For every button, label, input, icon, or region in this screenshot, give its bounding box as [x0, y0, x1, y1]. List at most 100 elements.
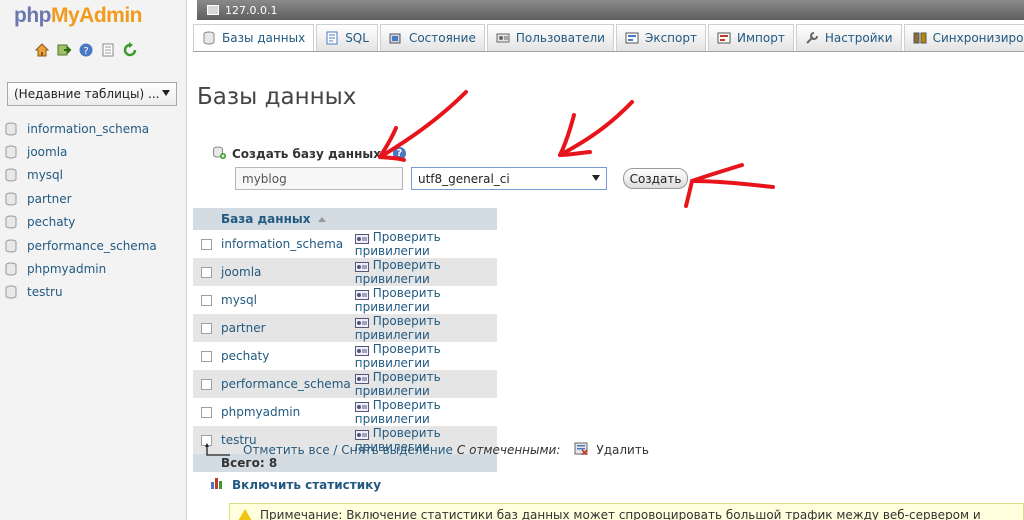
recent-tables-value: (Недавние таблицы) ... [14, 87, 160, 101]
with-selected-label: С отмеченными: [456, 442, 561, 457]
sidebar-database-label: joomla [27, 145, 68, 160]
tab-label: Базы данных [222, 31, 306, 45]
row-checkbox[interactable] [200, 267, 212, 278]
database-icon [5, 215, 17, 229]
privileges-icon [354, 233, 369, 244]
bar-chart-icon [210, 477, 224, 492]
create-database-button[interactable]: Создать [623, 168, 688, 189]
database-name-link[interactable]: phpmyadmin [219, 398, 351, 426]
sidebar-item-database[interactable]: pechaty [5, 211, 157, 234]
sidebar-database-label: partner [27, 191, 72, 206]
logo-text-php: php [14, 4, 51, 27]
bulk-actions: Отметить все / Снять выделение С отмечен… [205, 441, 649, 458]
table-header-checkbox [193, 208, 219, 230]
import-icon [717, 31, 731, 45]
table-row: partner Проверить привилегии [193, 314, 497, 342]
database-name-link[interactable]: joomla [219, 258, 351, 286]
annotation-arrow-collation [558, 100, 634, 157]
chevron-down-icon [162, 90, 170, 96]
database-name-input[interactable] [235, 167, 403, 190]
logo-text-myadmin: MyAdmin [50, 4, 143, 27]
tab-export[interactable]: Экспорт [615, 24, 706, 52]
sidebar-item-database[interactable]: mysql [5, 164, 157, 187]
check-privileges-link[interactable]: Проверить привилегии [350, 230, 497, 258]
create-database-heading: Создать базу данных ? [212, 145, 406, 162]
delete-selected-button[interactable]: Удалить [574, 441, 649, 458]
privileges-icon [354, 289, 369, 300]
database-name-link[interactable]: partner [219, 314, 351, 342]
server-icon [207, 5, 219, 15]
tab-sql[interactable]: SQL [316, 24, 378, 52]
table-row: information_schema Проверить привилегии [193, 230, 497, 258]
check-privileges-link[interactable]: Проверить привилегии [350, 398, 497, 426]
tab-import[interactable]: Импорт [707, 24, 794, 52]
sidebar-item-database[interactable]: performance_schema [5, 234, 157, 257]
sidebar-database-label: information_schema [27, 121, 150, 136]
home-icon[interactable] [34, 42, 50, 58]
warning-icon [238, 509, 252, 520]
check-privileges-link[interactable]: Проверить привилегии [350, 314, 497, 342]
tab-status[interactable]: Состояние [379, 24, 485, 52]
database-name-link[interactable]: information_schema [219, 230, 351, 258]
database-name-link[interactable]: pechaty [219, 342, 351, 370]
main-tabs: Базы данных SQL Состояние Пользователи Э… [193, 24, 1024, 52]
tab-databases[interactable]: Базы данных [193, 24, 315, 52]
privileges-icon [354, 261, 369, 272]
collation-select[interactable]: utf8_general_ci [411, 167, 607, 190]
help-icon[interactable]: ? [392, 147, 406, 160]
database-icon [5, 192, 17, 206]
database-icon [5, 262, 17, 276]
wrench-icon [805, 31, 819, 45]
sidebar-database-label: phpmyadmin [27, 262, 107, 277]
arrow-up-left-icon [205, 442, 231, 457]
tab-settings[interactable]: Настройки [795, 24, 902, 52]
row-checkbox[interactable] [200, 295, 212, 306]
annotation-arrow-create [690, 179, 775, 189]
sidebar-item-database[interactable]: phpmyadmin [5, 257, 157, 280]
recent-tables-select[interactable]: (Недавние таблицы) ... [7, 82, 177, 106]
reload-icon[interactable] [122, 42, 138, 58]
sidebar-item-database[interactable]: information_schema [5, 117, 157, 140]
row-checkbox[interactable] [200, 351, 212, 362]
tab-label: Экспорт [644, 31, 697, 45]
check-privileges-link[interactable]: Проверить привилегии [350, 258, 497, 286]
sidebar-item-database[interactable]: joomla [5, 140, 157, 163]
users-icon [496, 31, 510, 45]
check-all-link[interactable]: Отметить все [243, 443, 330, 457]
row-checkbox[interactable] [200, 323, 212, 334]
table-row: phpmyadmin Проверить привилегии [193, 398, 497, 426]
delete-label: Удалить [596, 442, 649, 457]
notice-text: Примечание: Включение статистики баз дан… [260, 508, 981, 520]
check-privileges-link[interactable]: Проверить привилегии [350, 370, 497, 398]
sidebar-item-database[interactable]: partner [5, 187, 157, 210]
phpmyadmin-logo[interactable]: phpMyAdmin [14, 4, 142, 28]
row-checkbox[interactable] [200, 407, 212, 418]
chevron-down-icon [592, 175, 600, 181]
tab-label: Синхронизиро [932, 31, 1024, 45]
database-name-link[interactable]: performance_schema [219, 370, 351, 398]
sidebar-database-label: mysql [27, 168, 63, 183]
sidebar-item-database[interactable]: testru [5, 281, 157, 304]
row-checkbox[interactable] [200, 239, 212, 250]
tab-label: Состояние [408, 31, 476, 45]
navigation-icons: ? [34, 42, 138, 58]
database-icon [202, 31, 216, 45]
sql-icon [325, 31, 339, 45]
status-icon [389, 31, 403, 45]
enable-statistics-link[interactable]: Включить статистику [210, 477, 381, 492]
row-checkbox[interactable] [200, 379, 212, 390]
help-docs-icon[interactable]: ? [78, 42, 94, 58]
uncheck-all-link[interactable]: Снять выделение [341, 443, 453, 457]
server-host[interactable]: 127.0.0.1 [225, 4, 277, 17]
tab-users[interactable]: Пользователи [486, 24, 614, 52]
table-header-database[interactable]: База данных [219, 208, 351, 230]
logout-icon[interactable] [56, 42, 72, 58]
documentation-icon[interactable] [100, 42, 116, 58]
check-privileges-link[interactable]: Проверить привилегии [350, 342, 497, 370]
check-privileges-link[interactable]: Проверить привилегии [350, 286, 497, 314]
annotation-arrow-create-head [684, 163, 744, 208]
privileges-icon [354, 401, 369, 412]
tab-synchronize[interactable]: Синхронизиро [903, 24, 1024, 52]
database-name-link[interactable]: mysql [219, 286, 351, 314]
page-title: Базы данных [197, 84, 357, 110]
